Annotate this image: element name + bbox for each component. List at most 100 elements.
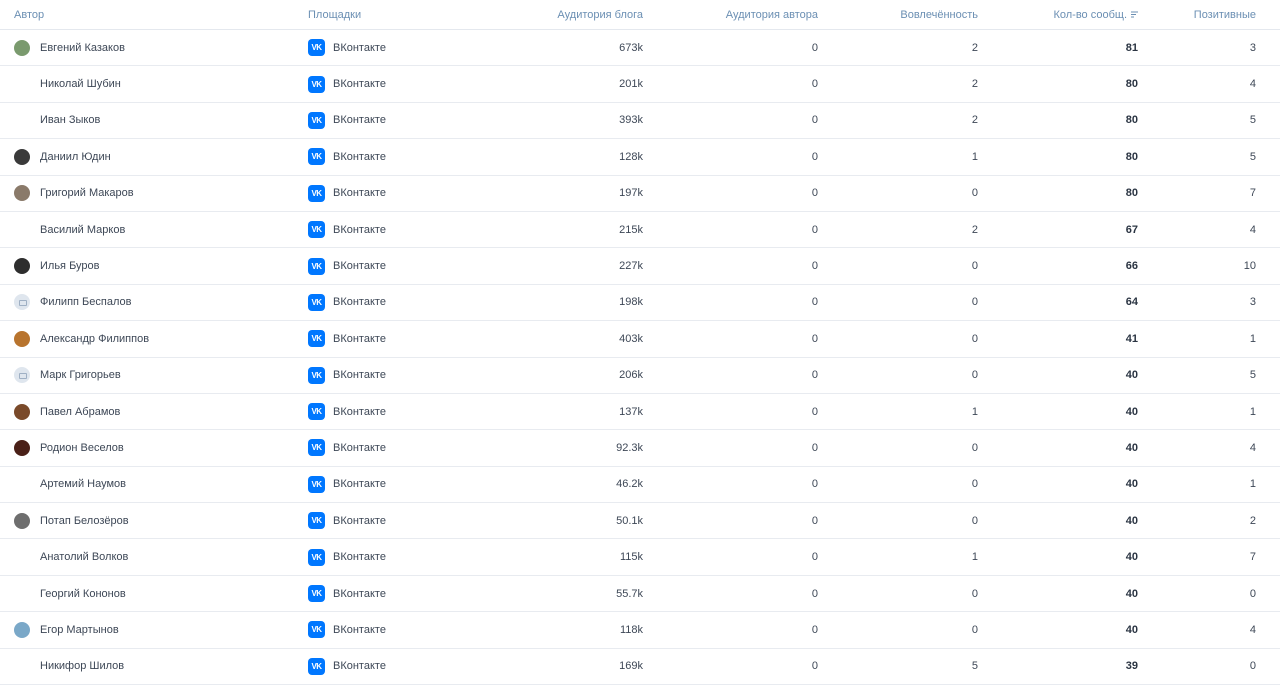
author-cell[interactable]: Никифор Шилов	[0, 658, 295, 674]
table-row[interactable]: Анатолий Волков VK ВКонтакте 115k 0 1 40…	[0, 539, 1280, 576]
table-row[interactable]: Даниил Юдин VK ВКонтакте 128k 0 1 80 5	[0, 139, 1280, 176]
author-name[interactable]: Родион Веселов	[40, 442, 124, 454]
platform-cell: VK ВКонтакте	[295, 621, 495, 639]
table-row[interactable]: Павел Абрамов VK ВКонтакте 137k 0 1 40 1	[0, 394, 1280, 431]
engagement-value: 1	[971, 405, 978, 418]
blog-audience-value: 197k	[619, 187, 643, 200]
author-name[interactable]: Филипп Беспалов	[40, 296, 131, 308]
author-cell[interactable]: Филипп Беспалов	[0, 294, 295, 311]
engagement-value: 0	[971, 623, 978, 636]
author-name[interactable]: Марк Григорьев	[40, 369, 121, 381]
author-name[interactable]: Даниил Юдин	[40, 151, 111, 163]
author-name[interactable]: Григорий Макаров	[40, 187, 134, 199]
platform-cell: VK ВКонтакте	[295, 148, 495, 166]
blog-audience-value: 169k	[619, 660, 643, 673]
positive-value: 10	[1243, 260, 1256, 273]
messages-value: 40	[1125, 478, 1138, 491]
table-row[interactable]: Филипп Беспалов VK ВКонтакте 198k 0 0 64…	[0, 285, 1280, 322]
platform-name: ВКонтакте	[333, 623, 386, 636]
positive-value: 7	[1249, 551, 1256, 564]
author-name[interactable]: Анатолий Волков	[40, 551, 128, 563]
author-name[interactable]: Василий Марков	[40, 224, 125, 236]
author-name[interactable]: Александр Филиппов	[40, 333, 149, 345]
author-audience-value: 0	[811, 78, 818, 91]
vk-icon: VK	[308, 257, 325, 275]
author-name[interactable]: Георгий Кононов	[40, 588, 126, 600]
column-blog-audience[interactable]: Аудитория блога	[495, 9, 643, 21]
author-cell[interactable]: Илья Буров	[0, 258, 295, 275]
column-positive[interactable]: Позитивные	[1138, 9, 1256, 21]
avatar	[14, 222, 30, 238]
column-messages[interactable]: Кол-во сообщ.	[978, 9, 1138, 21]
blog-audience-value: 403k	[619, 332, 643, 345]
table-row[interactable]: Григорий Макаров VK ВКонтакте 197k 0 0 8…	[0, 176, 1280, 212]
positive-value: 4	[1249, 441, 1256, 454]
platform-name: ВКонтакте	[333, 405, 386, 418]
author-cell[interactable]: Иван Зыков	[0, 112, 295, 128]
platform-name: ВКонтакте	[333, 78, 386, 91]
engagement-value: 0	[971, 478, 978, 491]
table-row[interactable]: Евгений Казаков VK ВКонтакте 673k 0 2 81…	[0, 30, 1280, 67]
messages-value: 64	[1125, 296, 1138, 309]
author-cell[interactable]: Родион Веселов	[0, 439, 295, 456]
table-row[interactable]: Георгий Кононов VK ВКонтакте 55.7k 0 0 4…	[0, 576, 1280, 613]
author-audience-value: 0	[811, 587, 818, 600]
table-row[interactable]: Никифор Шилов VK ВКонтакте 169k 0 5 39 0	[0, 649, 1280, 686]
table-row[interactable]: Артемий Наумов VK ВКонтакте 46.2k 0 0 40…	[0, 467, 1280, 504]
platform-name: ВКонтакте	[333, 41, 386, 54]
author-cell[interactable]: Даниил Юдин	[0, 148, 295, 165]
blog-audience-value: 201k	[619, 78, 643, 91]
author-cell[interactable]: Потап Белозёров	[0, 512, 295, 529]
engagement-value: 1	[971, 150, 978, 163]
author-cell[interactable]: Марк Григорьев	[0, 367, 295, 384]
author-name[interactable]: Потап Белозёров	[40, 515, 129, 527]
author-cell[interactable]: Александр Филиппов	[0, 330, 295, 347]
author-name[interactable]: Илья Буров	[40, 260, 100, 272]
engagement-value: 2	[971, 114, 978, 127]
author-cell[interactable]: Евгений Казаков	[0, 39, 295, 56]
sort-desc-icon[interactable]	[1131, 11, 1138, 18]
author-name[interactable]: Павел Абрамов	[40, 406, 120, 418]
author-cell[interactable]: Павел Абрамов	[0, 403, 295, 420]
author-name[interactable]: Никифор Шилов	[40, 660, 124, 672]
author-cell[interactable]: Егор Мартынов	[0, 621, 295, 638]
table-row[interactable]: Илья Буров VK ВКонтакте 227k 0 0 66 10	[0, 248, 1280, 285]
author-audience-value: 0	[811, 41, 818, 54]
avatar	[14, 621, 30, 638]
author-cell[interactable]: Григорий Макаров	[0, 185, 295, 202]
author-audience-value: 0	[811, 660, 818, 673]
platform-name: ВКонтакте	[333, 660, 386, 673]
table-row[interactable]: Иван Зыков VK ВКонтакте 393k 0 2 80 5	[0, 103, 1280, 140]
blog-audience-value: 137k	[619, 405, 643, 418]
vk-icon: VK	[308, 366, 325, 384]
column-author[interactable]: Автор	[0, 9, 295, 21]
author-cell[interactable]: Артемий Наумов	[0, 476, 295, 492]
table-row[interactable]: Василий Марков VK ВКонтакте 215k 0 2 67 …	[0, 212, 1280, 249]
column-messages-label: Кол-во сообщ.	[1053, 8, 1127, 21]
blog-audience-value: 128k	[619, 150, 643, 163]
author-name[interactable]: Артемий Наумов	[40, 478, 126, 490]
table-row[interactable]: Марк Григорьев VK ВКонтакте 206k 0 0 40 …	[0, 358, 1280, 394]
column-engagement[interactable]: Вовлечённость	[818, 9, 978, 21]
author-name[interactable]: Евгений Казаков	[40, 42, 125, 54]
vk-icon: VK	[308, 585, 325, 603]
avatar	[14, 39, 30, 56]
author-name[interactable]: Николай Шубин	[40, 78, 121, 90]
author-cell[interactable]: Георгий Кононов	[0, 586, 295, 602]
table-row[interactable]: Родион Веселов VK ВКонтакте 92.3k 0 0 40…	[0, 430, 1280, 467]
author-name[interactable]: Иван Зыков	[40, 114, 100, 126]
column-platforms[interactable]: Площадки	[295, 9, 495, 21]
table-row[interactable]: Николай Шубин VK ВКонтакте 201k 0 2 80 4	[0, 66, 1280, 103]
table-row[interactable]: Егор Мартынов VK ВКонтакте 118k 0 0 40 4	[0, 612, 1280, 649]
author-cell[interactable]: Василий Марков	[0, 222, 295, 238]
engagement-value: 0	[971, 514, 978, 527]
column-author-audience[interactable]: Аудитория автора	[643, 9, 818, 21]
table-row[interactable]: Потап Белозёров VK ВКонтакте 50.1k 0 0 4…	[0, 503, 1280, 540]
table-row[interactable]: Александр Филиппов VK ВКонтакте 403k 0 0…	[0, 321, 1280, 358]
blog-audience-value: 55.7k	[616, 587, 643, 600]
platform-name: ВКонтакте	[333, 441, 386, 454]
blog-audience-value: 206k	[619, 369, 643, 382]
author-cell[interactable]: Николай Шубин	[0, 76, 295, 92]
author-cell[interactable]: Анатолий Волков	[0, 549, 295, 565]
author-name[interactable]: Егор Мартынов	[40, 624, 119, 636]
